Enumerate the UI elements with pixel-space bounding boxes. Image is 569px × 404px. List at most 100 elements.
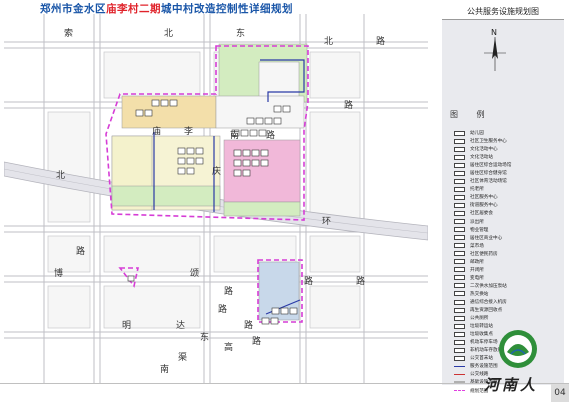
legend-swatch-icon: [454, 202, 465, 208]
legend-swatch-icon: [454, 331, 465, 337]
legend-swatch-icon: [454, 138, 465, 144]
legend-swatch-icon: [454, 365, 465, 368]
legend-label: 幼儿园: [470, 131, 484, 137]
legend-item: 开闭所: [454, 266, 564, 274]
road-char: 颂: [190, 268, 199, 279]
legend-swatch-icon: [454, 275, 465, 281]
legend-swatch-icon: [454, 162, 465, 168]
road-char: 北: [324, 36, 333, 47]
legend-swatch-icon: [454, 227, 465, 233]
legend-swatch-icon: [454, 339, 465, 345]
footer-watermark: 河南人: [484, 376, 539, 394]
legend-item: 社区体育活动场馆: [454, 177, 564, 185]
road-char: 北: [56, 170, 65, 181]
legend-item: 变电所: [454, 274, 564, 282]
legend-swatch-icon: [454, 355, 465, 361]
legend-swatch-icon: [454, 323, 465, 329]
legend-swatch-icon: [454, 210, 465, 216]
planning-map: 索 东 北 路 庙 李 南 路 庆 路 北 环 路 博 颂 路 明 达 路 东 …: [4, 14, 428, 384]
legend-label: 二次供水加压泵站: [470, 283, 507, 289]
map-page: 郑州市金水区庙李村二期城中村改造控制性详细规划 索 东 北 路 庙 李 南 路 …: [0, 0, 569, 404]
road-char: 北: [164, 28, 173, 39]
legend-item: 托老所: [454, 185, 564, 193]
legend-item: 街道服务中心: [454, 201, 564, 209]
legend-label: 居住区综合健身馆: [470, 171, 507, 177]
legend-item: 社区便民药房: [454, 250, 564, 258]
legend-swatch-icon: [454, 291, 465, 297]
road-char: 庙: [152, 125, 161, 137]
legend-label: 社区体育活动场馆: [470, 179, 507, 185]
road-char: 路: [304, 275, 313, 287]
legend-item: 社区居委会: [454, 209, 564, 217]
road-char: 路: [356, 275, 365, 287]
legend-item: 再生资源回收点: [454, 306, 564, 314]
road-char: 环: [322, 216, 331, 227]
legend-item: 热交换站: [454, 290, 564, 298]
legend-swatch-icon: [454, 235, 465, 241]
panel-header: 公共服务设施规划图: [442, 5, 564, 20]
legend-label: 文化活动站: [470, 155, 493, 161]
road-char: 东: [200, 331, 209, 343]
legend-label: 菜市场: [470, 243, 484, 249]
legend-label: 物业管理: [470, 227, 489, 233]
road-char: 南: [230, 129, 239, 141]
legend-swatch-icon: [454, 154, 465, 160]
legend-swatch-icon: [454, 315, 465, 321]
legend-label: 居住区综合运动场馆: [470, 163, 512, 169]
legend-label: 垃圾转运站: [470, 324, 493, 330]
legend-label: 通信综合接入机房: [470, 300, 507, 305]
emblem-logo-icon: [499, 330, 537, 368]
legend-label: 街道服务中心: [470, 203, 498, 209]
legend-label: 开闭所: [470, 267, 484, 273]
legend-item: 文化活动站: [454, 153, 564, 161]
legend-swatch-icon: [454, 243, 465, 249]
road-char: 博: [54, 267, 63, 279]
road-char: 李: [184, 125, 193, 137]
legend-label: 垃圾收集点: [470, 332, 493, 338]
svg-text:N: N: [491, 28, 497, 37]
road-char: 路: [224, 285, 233, 297]
legend-swatch-icon: [454, 267, 465, 273]
legend-label: 居住区商业中心: [470, 235, 503, 241]
legend-item: 社区卫生服务中心: [454, 137, 564, 145]
road-char: 渠: [178, 351, 187, 363]
page-number: 04: [551, 384, 569, 402]
legend-swatch-icon: [454, 251, 465, 257]
road-char: 高: [224, 341, 233, 353]
legend-label: 托老所: [470, 187, 484, 193]
legend-label: 社区卫生服务中心: [470, 139, 507, 145]
road-char: 路: [252, 335, 261, 347]
road-char: 路: [266, 129, 275, 141]
legend-label: 公交首末站: [470, 356, 493, 362]
legend-item: 居住区综合运动场馆: [454, 161, 564, 169]
legend-swatch-icon: [454, 194, 465, 200]
legend-item: 邮政所: [454, 258, 564, 266]
legend-swatch-icon: [454, 186, 465, 192]
legend-item: 居住区综合健身馆: [454, 169, 564, 177]
legend-swatch-icon: [454, 307, 465, 313]
road-char: 东: [236, 27, 245, 39]
legend-item: 菜市场: [454, 242, 564, 250]
legend-item: 物业管理: [454, 226, 564, 234]
road-char: 路: [244, 319, 253, 331]
legend-swatch-icon: [454, 178, 465, 184]
legend-item: 二次供水加压泵站: [454, 282, 564, 290]
legend-label: 热交换站: [470, 291, 489, 297]
road-char: 路: [218, 303, 227, 315]
legend-label: 社区便民药房: [470, 251, 498, 257]
legend-item: 居住区商业中心: [454, 234, 564, 242]
north-arrow-icon: N: [484, 28, 506, 71]
legend-label: 公共厕所: [470, 316, 489, 322]
legend-swatch-icon: [454, 299, 465, 305]
legend-item: 公共厕所: [454, 314, 564, 322]
legend-heading: 图 例: [450, 110, 493, 119]
legend-label: 再生资源回收点: [470, 308, 503, 314]
legend-swatch-icon: [454, 390, 465, 392]
legend-item: 文化活动中心: [454, 145, 564, 153]
road-char: 索: [64, 27, 73, 39]
road-char: 路: [344, 99, 353, 111]
legend-label: 邮政所: [470, 259, 484, 265]
road-char: 明: [122, 320, 131, 331]
legend-label: 文化活动中心: [470, 147, 498, 153]
legend-swatch-icon: [454, 259, 465, 265]
